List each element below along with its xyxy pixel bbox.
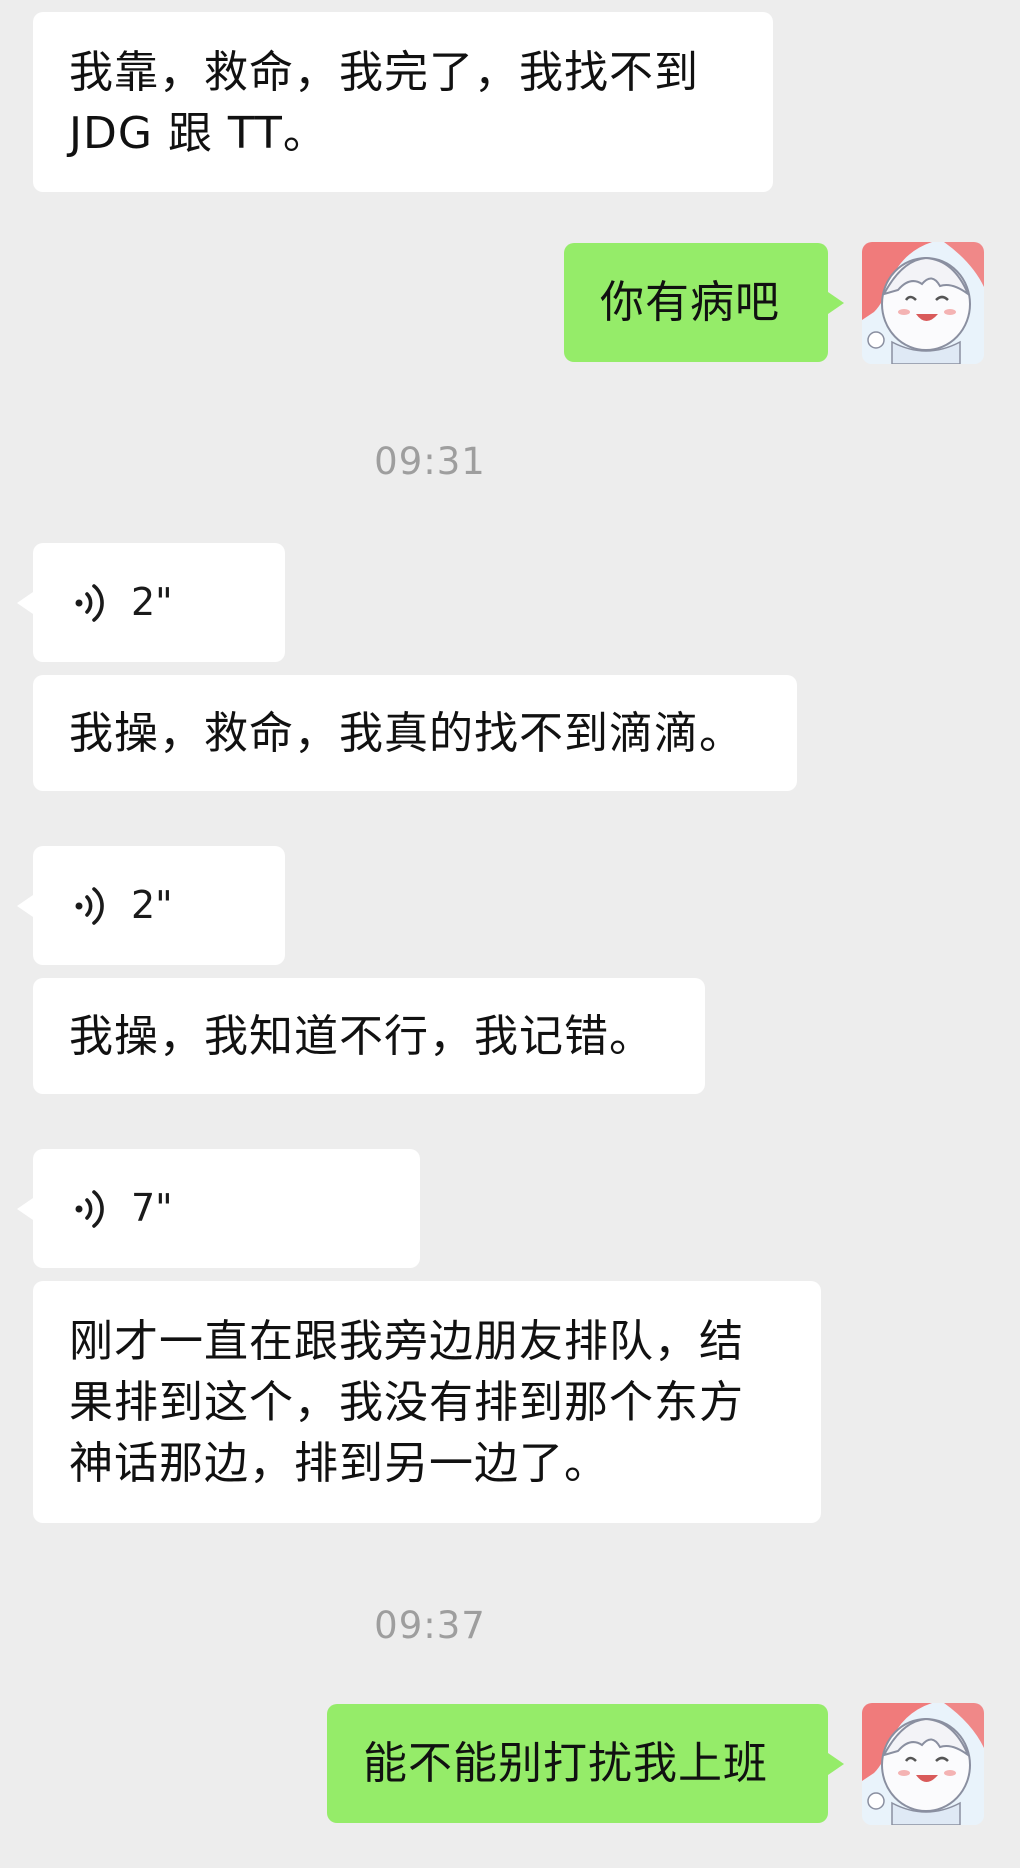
voice-wave-icon	[75, 583, 104, 622]
message-text: 我靠，救命，我完了，我找不到 JDG 跟 TT。	[69, 47, 699, 159]
voice-wave-icon	[75, 1189, 104, 1228]
message-text: 刚才一直在跟我旁边朋友排队，结果排到这个，我没有排到那个东方神话那边，排到另一边…	[69, 1316, 744, 1489]
outgoing-message-bubble[interactable]: 你有病吧	[564, 243, 828, 362]
timestamp: 09:31	[374, 440, 486, 483]
message-text: 能不能别打扰我上班	[363, 1738, 768, 1789]
user-avatar[interactable]	[862, 242, 984, 364]
outgoing-message-bubble[interactable]: 能不能别打扰我上班	[327, 1704, 828, 1823]
voice-duration: 2"	[131, 580, 173, 624]
timestamp: 09:37	[374, 1604, 486, 1647]
voice-duration: 2"	[131, 883, 173, 927]
message-text: 你有病吧	[600, 277, 780, 328]
voice-duration: 7"	[131, 1186, 173, 1230]
voice-message-bubble[interactable]: 7"	[33, 1149, 420, 1268]
incoming-message-bubble[interactable]: 我靠，救命，我完了，我找不到 JDG 跟 TT。	[33, 12, 773, 192]
incoming-message-bubble[interactable]: 刚才一直在跟我旁边朋友排队，结果排到这个，我没有排到那个东方神话那边，排到另一边…	[33, 1281, 821, 1523]
message-text: 我操，我知道不行，我记错。	[69, 1010, 654, 1062]
incoming-message-bubble[interactable]: 我操，我知道不行，我记错。	[33, 978, 705, 1094]
voice-wave-icon	[75, 886, 104, 925]
message-text: 我操，救命，我真的找不到滴滴。	[69, 707, 744, 759]
voice-message-bubble[interactable]: 2"	[33, 846, 285, 965]
anime-girl-avatar-icon	[862, 242, 984, 364]
voice-message-bubble[interactable]: 2"	[33, 543, 285, 662]
incoming-message-bubble[interactable]: 我操，救命，我真的找不到滴滴。	[33, 675, 797, 791]
user-avatar[interactable]	[862, 1703, 984, 1825]
anime-girl-avatar-icon	[862, 1703, 984, 1825]
